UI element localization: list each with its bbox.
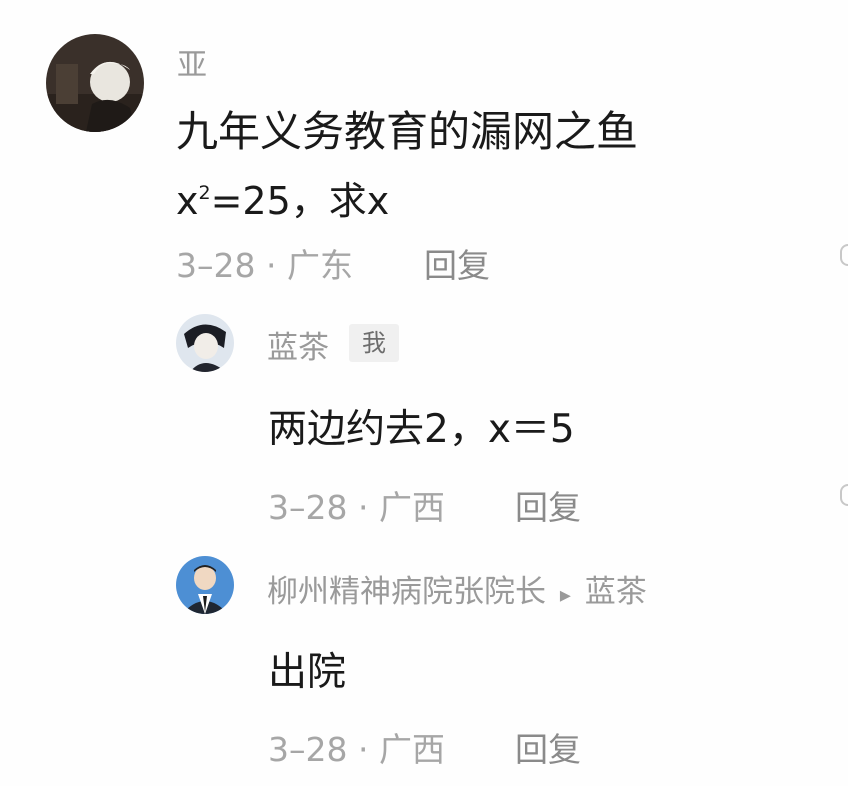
reply-location: 广西: [379, 488, 445, 527]
meta-separator: ·: [358, 488, 369, 527]
edge-indicator: [840, 244, 848, 266]
user-avatar-image: [46, 34, 144, 132]
equation-exponent: 2: [198, 182, 211, 205]
reply-username: 柳州精神病院张院长 ▸ 蓝茶: [267, 566, 647, 611]
comment-date: 3–28: [176, 246, 256, 285]
reply-to-username[interactable]: 蓝茶: [585, 574, 647, 610]
reply-username[interactable]: 蓝茶: [267, 322, 329, 367]
avatar[interactable]: [46, 34, 144, 132]
comment-thread: 亚 九年义务教育的漏网之鱼 x2=25，求x 3–28 · 广东 回复 蓝茶 我…: [0, 0, 848, 786]
reply-date: 3–28: [268, 488, 348, 527]
reply-button[interactable]: 回复: [515, 723, 581, 771]
edge-indicator: [840, 484, 848, 506]
reply-text: 两边约去2，x＝5: [268, 407, 575, 452]
comment-meta: 3–28 · 广东: [176, 239, 353, 287]
reply-location: 广西: [379, 730, 445, 769]
comment-location: 广东: [287, 246, 353, 285]
reply-button[interactable]: 回复: [424, 239, 490, 287]
equation-base: x: [176, 179, 199, 223]
reply-button[interactable]: 回复: [515, 481, 581, 529]
user-avatar-image: [176, 314, 234, 372]
avatar[interactable]: [176, 314, 234, 372]
reply-date: 3–28: [268, 730, 348, 769]
reply-meta: 3–28 · 广西: [268, 481, 445, 529]
reply-arrow-icon: ▸: [559, 583, 571, 608]
comment-text-line1: 九年义务教育的漏网之鱼: [176, 107, 639, 156]
meta-separator: ·: [358, 730, 369, 769]
me-badge: 我: [349, 324, 399, 362]
reply-meta: 3–28 · 广西: [268, 723, 445, 771]
meta-separator: ·: [266, 246, 277, 285]
user-avatar-image: [176, 556, 234, 614]
equation-rest: =25，求x: [210, 179, 390, 223]
reply-text: 出院: [268, 650, 347, 695]
comment-text-line2: x2=25，求x: [176, 170, 389, 225]
reply-author[interactable]: 柳州精神病院张院长: [267, 574, 546, 610]
comment-username[interactable]: 亚: [177, 40, 207, 84]
avatar[interactable]: [176, 556, 234, 614]
